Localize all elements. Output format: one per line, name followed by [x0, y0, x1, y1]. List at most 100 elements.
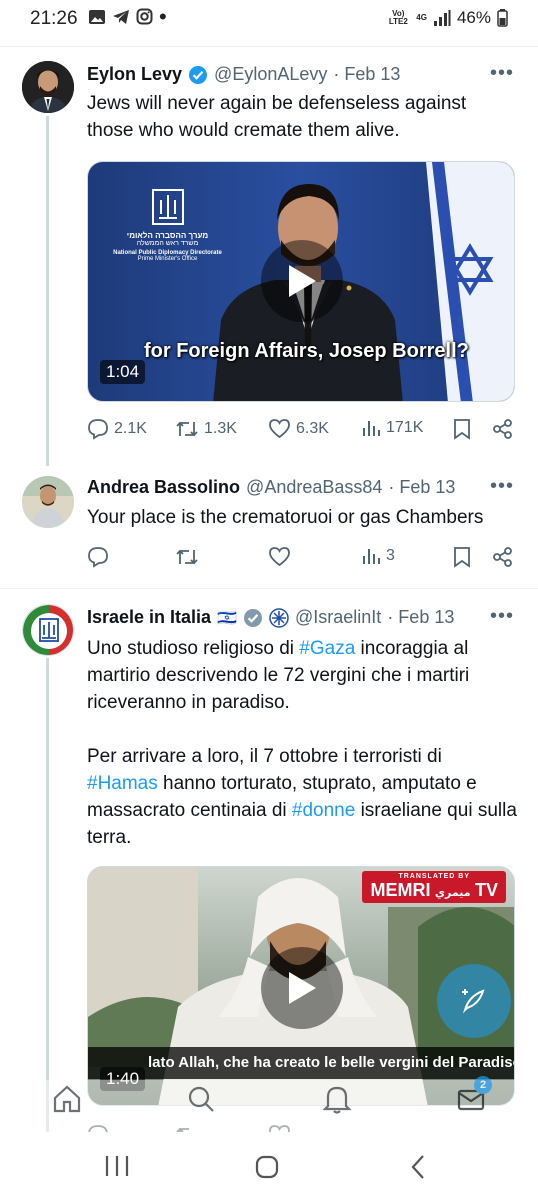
gallery-icon	[89, 9, 105, 24]
video-player[interactable]: מערך ההסברה הלאומי משרד ראש הממשלה Natio…	[87, 161, 515, 402]
text-span: Uno studioso religioso di	[87, 638, 300, 659]
share-icon[interactable]	[492, 418, 514, 440]
tweet[interactable]: Eylon Levy @EylonALevy · Feb 13 ••• Jews…	[0, 46, 538, 466]
video-caption: for Foreign Affairs, Josep Borrell?	[144, 340, 469, 362]
reply-icon[interactable]	[87, 546, 109, 568]
telegram-icon	[113, 9, 129, 24]
avatar[interactable]	[22, 61, 74, 113]
video-duration: 1:04	[100, 360, 146, 384]
status-time: 21:26	[30, 8, 78, 29]
tweet-actions: 2.1K 1.3K 6.3K 171K	[87, 418, 517, 448]
messages-tab[interactable]: 2	[456, 1076, 492, 1118]
play-icon	[289, 265, 316, 297]
play-icon	[289, 972, 316, 1004]
repost-button[interactable]: 1.3K	[175, 418, 237, 440]
share-icon[interactable]	[492, 546, 514, 568]
views-count: 171K	[386, 419, 424, 436]
tweet-actions: 3	[87, 546, 517, 576]
logo-hebrew-1: מערך ההסברה הלאומי	[126, 231, 209, 240]
tweet-paragraph: Uno studioso religioso di #Gaza incoragg…	[87, 635, 517, 716]
author-name[interactable]: Eylon Levy	[87, 64, 182, 85]
tweet-header: Israele in Italia 🇮🇱 @IsraelinIt · Feb 1…	[87, 607, 454, 628]
reply-count: 2.1K	[114, 420, 147, 437]
tweet-date: · Feb 13	[388, 477, 456, 497]
affiliate-badge-icon	[269, 607, 289, 628]
partial-actions-row	[87, 1122, 517, 1132]
play-button[interactable]	[261, 240, 343, 322]
bookmark-icon[interactable]	[452, 418, 472, 440]
hashtag-link[interactable]: #donne	[292, 800, 355, 821]
more-options-icon[interactable]: •••	[490, 62, 514, 85]
reply-button[interactable]: 2.1K	[87, 418, 147, 440]
author-handle[interactable]: @IsraelinIt	[295, 607, 381, 628]
home-button-icon[interactable]	[254, 1154, 280, 1180]
hashtag-link[interactable]: #Gaza	[299, 638, 355, 659]
reply-icon	[88, 419, 108, 440]
search-icon[interactable]	[186, 1084, 216, 1114]
status-bar: 21:26 • Vo) LTE2 4G 46%	[0, 0, 538, 40]
signal-icon	[433, 10, 451, 26]
tweet-header: Eylon Levy @EylonALevy · Feb 13	[87, 64, 400, 85]
compose-fab[interactable]	[437, 964, 511, 1038]
tweet-header: Andrea Bassolino @AndreaBass84 · Feb 13	[87, 477, 455, 498]
author-handle[interactable]: @AndreaBass84	[246, 477, 382, 498]
author-name[interactable]: Andrea Bassolino	[87, 477, 240, 498]
emblem-icon	[151, 189, 184, 225]
more-options-icon[interactable]: •••	[490, 475, 514, 498]
message-badge: 2	[474, 1076, 492, 1094]
watermark-translated: TRANSLATED BY	[398, 873, 471, 880]
watermark-tv: TV	[474, 880, 498, 900]
tweet[interactable]: Israele in Italia 🇮🇱 @IsraelinIt · Feb 1…	[0, 588, 538, 1132]
tweet-date: · Feb 13	[333, 64, 401, 84]
hashtag-link[interactable]: #Hamas	[87, 773, 158, 794]
tweet-paragraph: Per arrivare a loro, il 7 ottobre i terr…	[87, 743, 517, 851]
tweet-reply[interactable]: Andrea Bassolino @AndreaBass84 · Feb 13 …	[0, 466, 538, 588]
like-count: 6.3K	[296, 419, 329, 437]
tweet-text: Jews will never again be defenseless aga…	[87, 93, 467, 141]
instagram-icon	[136, 8, 153, 25]
heart-icon	[269, 419, 290, 439]
bookmark-icon[interactable]	[452, 546, 472, 568]
reply-icon	[88, 1125, 108, 1132]
battery-level: 46%	[456, 8, 491, 27]
battery-icon	[497, 9, 508, 27]
thread-line	[46, 116, 49, 466]
avatar[interactable]	[22, 476, 74, 528]
watermark-memri: MEMRI	[370, 880, 431, 900]
status-right: Vo) LTE2 4G 46%	[386, 8, 508, 28]
views-count: 3	[386, 547, 395, 564]
more-options-icon[interactable]: •••	[490, 605, 514, 628]
play-button[interactable]	[261, 947, 343, 1029]
repost-count: 1.3K	[204, 420, 237, 437]
repost-icon	[176, 1127, 189, 1132]
heart-icon[interactable]	[268, 546, 291, 567]
notification-icons: •	[88, 3, 167, 29]
avatar[interactable]	[22, 604, 74, 656]
compose-icon	[462, 989, 485, 1014]
like-button[interactable]: 6.3K	[268, 418, 329, 439]
logo-english-2: Prime Minister's Office	[137, 256, 198, 262]
watermark-arabic: ميمري	[434, 887, 471, 899]
net-type: 4G	[416, 13, 427, 22]
tweet-text: Uno studioso religioso di #Gaza incoragg…	[87, 635, 517, 851]
home-icon[interactable]	[52, 1084, 82, 1114]
views-icon	[363, 549, 380, 564]
video-caption: lato Allah, che ha creato le belle vergi…	[148, 1054, 515, 1071]
dot-icon: •	[159, 3, 167, 29]
repost-icon	[176, 421, 198, 437]
israel-flag-emoji: 🇮🇱	[217, 609, 237, 627]
views-icon	[363, 421, 380, 436]
logo-hebrew-2: משרד ראש הממשלה	[136, 240, 199, 247]
memri-watermark: TRANSLATED BY MEMRI ميمري TV	[362, 871, 506, 903]
author-handle[interactable]: @EylonALevy	[214, 64, 327, 85]
recent-apps-icon[interactable]	[104, 1154, 130, 1178]
author-name[interactable]: Israele in Italia	[87, 607, 211, 628]
israel-flag	[426, 162, 514, 401]
back-icon[interactable]	[408, 1154, 428, 1180]
network-label: Vo) LTE2	[388, 9, 408, 26]
repost-icon[interactable]	[175, 546, 199, 568]
thread-line	[46, 658, 49, 1132]
notifications-icon[interactable]	[322, 1084, 352, 1114]
views-button[interactable]: 3	[361, 546, 395, 566]
views-button[interactable]: 171K	[361, 418, 423, 438]
